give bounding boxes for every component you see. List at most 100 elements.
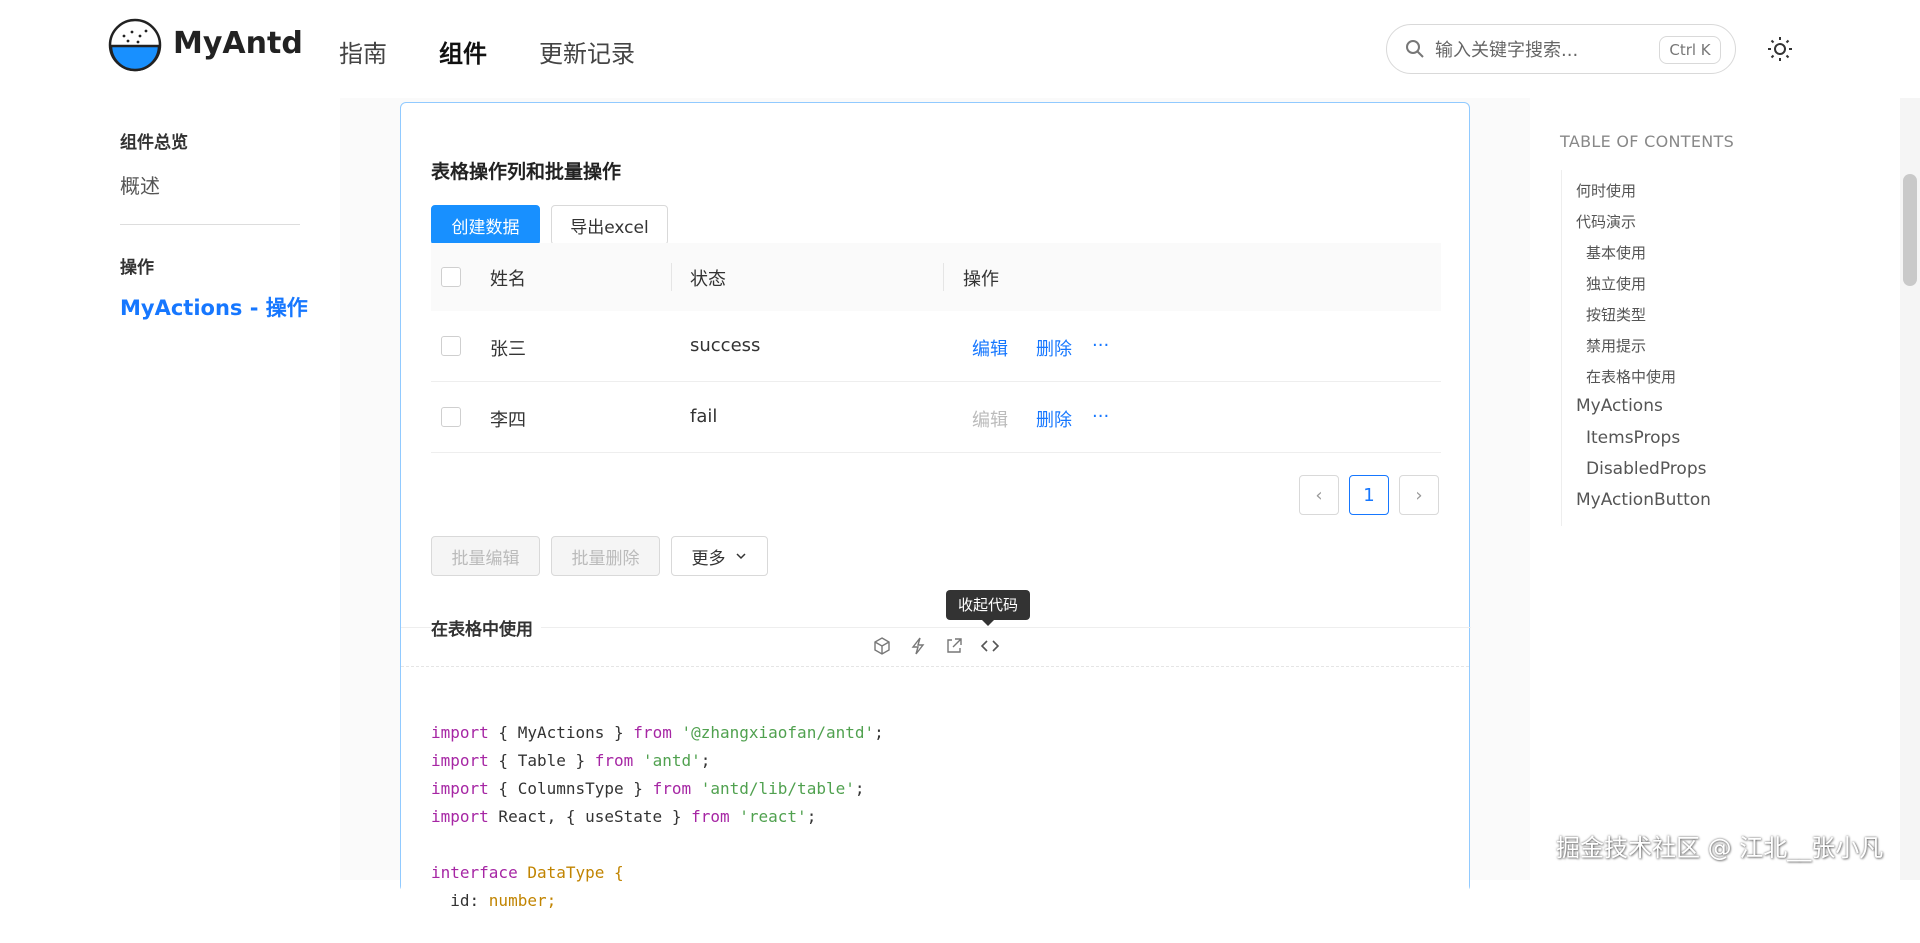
table-row: 张三 success 编辑 删除 ··· (431, 311, 1441, 382)
demo-title: 表格操作列和批量操作 (431, 161, 622, 183)
code-text: ; (854, 779, 865, 798)
more-actions-icon[interactable]: ··· (1092, 335, 1109, 356)
code-content: import { MyActions } from '@zhangxiaofan… (431, 691, 884, 943)
next-page-icon[interactable]: › (1399, 475, 1439, 515)
code-toggle-icon[interactable] (979, 635, 1001, 657)
table-header: 姓名 状态 操作 (431, 243, 1441, 311)
nav-components[interactable]: 组件 (439, 34, 487, 69)
shortcut-badge: Ctrl K (1659, 36, 1721, 64)
code-string: 'antd' (633, 751, 701, 770)
open-external-icon[interactable] (943, 635, 965, 657)
toc-title: TABLE OF CONTENTS (1560, 132, 1735, 151)
page-1-button[interactable]: 1 (1349, 475, 1389, 515)
select-all-checkbox[interactable] (441, 267, 461, 287)
toc-item[interactable]: ItemsProps (1586, 428, 1680, 448)
column-name: 姓名 (490, 269, 526, 290)
page-scrollbar[interactable] (1900, 98, 1920, 880)
code-text: ; (700, 751, 711, 770)
cell-status: success (690, 335, 761, 356)
code-keyword: interface (431, 863, 518, 882)
stackblitz-icon[interactable] (907, 635, 929, 657)
toc-item[interactable]: 代码演示 (1576, 211, 1636, 232)
more-dropdown-button[interactable]: 更多 (671, 536, 768, 576)
code-actions (871, 635, 1001, 657)
left-sidebar: 组件总览 概述 操作 MyActions - 操作 (0, 98, 340, 880)
code-text: { Table } (488, 751, 595, 770)
toc-item[interactable]: 禁用提示 (1586, 335, 1646, 356)
row-checkbox[interactable] (441, 336, 461, 356)
toc-item[interactable]: 何时使用 (1576, 180, 1636, 201)
create-data-button[interactable]: 创建数据 (431, 205, 540, 245)
code-block: import { MyActions } from '@zhangxiaofan… (401, 666, 1469, 910)
toc-item[interactable]: DisabledProps (1586, 459, 1706, 479)
sidebar-item-overview[interactable]: 概述 (120, 170, 160, 199)
more-actions-icon[interactable]: ··· (1092, 406, 1109, 427)
column-actions: 操作 (963, 269, 999, 290)
cell-name: 张三 (490, 339, 526, 360)
code-keyword: import (431, 779, 489, 798)
code-keyword: import (431, 723, 489, 742)
more-dropdown-label: 更多 (691, 548, 726, 569)
search-icon (1406, 40, 1424, 58)
toc-item[interactable]: MyActions (1576, 396, 1663, 416)
app-name[interactable]: MyAntd (173, 26, 303, 61)
code-keyword: from (633, 723, 672, 742)
column-separator (943, 263, 944, 291)
table-of-contents: TABLE OF CONTENTS 何时使用 代码演示 基本使用 独立使用 按钮… (1530, 98, 1920, 880)
code-keyword: import (431, 751, 489, 770)
scrollbar-thumb[interactable] (1903, 174, 1917, 286)
cell-name: 李四 (490, 410, 526, 431)
toc-rail (1561, 170, 1562, 526)
code-keyword: from (594, 751, 634, 770)
sidebar-group-overview: 组件总览 (120, 133, 188, 153)
export-excel-button[interactable]: 导出excel (551, 205, 668, 245)
rice-bowl-logo-icon[interactable] (108, 18, 162, 72)
toc-item[interactable]: 独立使用 (1586, 273, 1646, 294)
code-text: ; (806, 807, 817, 826)
search-box[interactable]: Ctrl K (1386, 24, 1736, 74)
prev-page-icon[interactable]: ‹ (1299, 475, 1339, 515)
code-string: 'react' (729, 807, 807, 826)
cell-status: fail (690, 406, 718, 427)
sidebar-divider (120, 224, 300, 225)
code-text: id: (431, 891, 489, 910)
column-separator (671, 263, 672, 291)
nav-changelog[interactable]: 更新记录 (539, 34, 635, 69)
demo-meta-title: 在表格中使用 (431, 615, 541, 640)
code-keyword: from (652, 779, 692, 798)
edit-link[interactable]: 编辑 (972, 335, 1008, 361)
code-keyword: import (431, 807, 489, 826)
batch-edit-button[interactable]: 批量编辑 (431, 536, 540, 576)
nav-guide[interactable]: 指南 (339, 34, 387, 69)
code-text: { MyActions } (488, 723, 634, 742)
code-keyword: from (691, 807, 730, 826)
batch-delete-button[interactable]: 批量删除 (551, 536, 660, 576)
code-string: '@zhangxiaofan/antd' (671, 723, 875, 742)
delete-link[interactable]: 删除 (1036, 406, 1072, 432)
watermark: 掘金技术社区 @ 江北__张小凡 (1556, 834, 1884, 862)
table-row: 李四 fail 编辑 删除 ··· (431, 382, 1441, 453)
codesandbox-icon[interactable] (871, 635, 893, 657)
toc-item[interactable]: MyActionButton (1576, 490, 1711, 510)
toc-item[interactable]: 按钮类型 (1586, 304, 1646, 325)
top-nav: 指南 组件 更新记录 (339, 34, 687, 69)
code-type: number; (488, 891, 557, 910)
toc-item[interactable]: 基本使用 (1586, 242, 1646, 263)
code-text: ; (874, 723, 884, 742)
toc-item[interactable]: 在表格中使用 (1586, 366, 1676, 387)
sidebar-item-myactions[interactable]: MyActions - 操作 (120, 292, 308, 322)
search-input[interactable] (1435, 36, 1655, 64)
collapse-code-tooltip: 收起代码 (946, 590, 1030, 626)
code-meta-divider (401, 627, 1471, 628)
demo-card: 表格操作列和批量操作 创建数据 导出excel 姓名 状态 操作 张三 succ… (400, 102, 1471, 910)
row-checkbox[interactable] (441, 407, 461, 427)
code-string: 'antd/lib/table' (691, 779, 855, 798)
top-header: MyAntd 指南 组件 更新记录 Ctrl K (0, 0, 1920, 98)
column-status: 状态 (690, 269, 726, 290)
delete-link[interactable]: 删除 (1036, 335, 1072, 361)
code-text: { ColumnsType } (488, 779, 653, 798)
code-text: React, { useState } (488, 807, 692, 826)
edit-link-disabled[interactable]: 编辑 (972, 406, 1008, 432)
sun-icon[interactable] (1767, 36, 1793, 62)
